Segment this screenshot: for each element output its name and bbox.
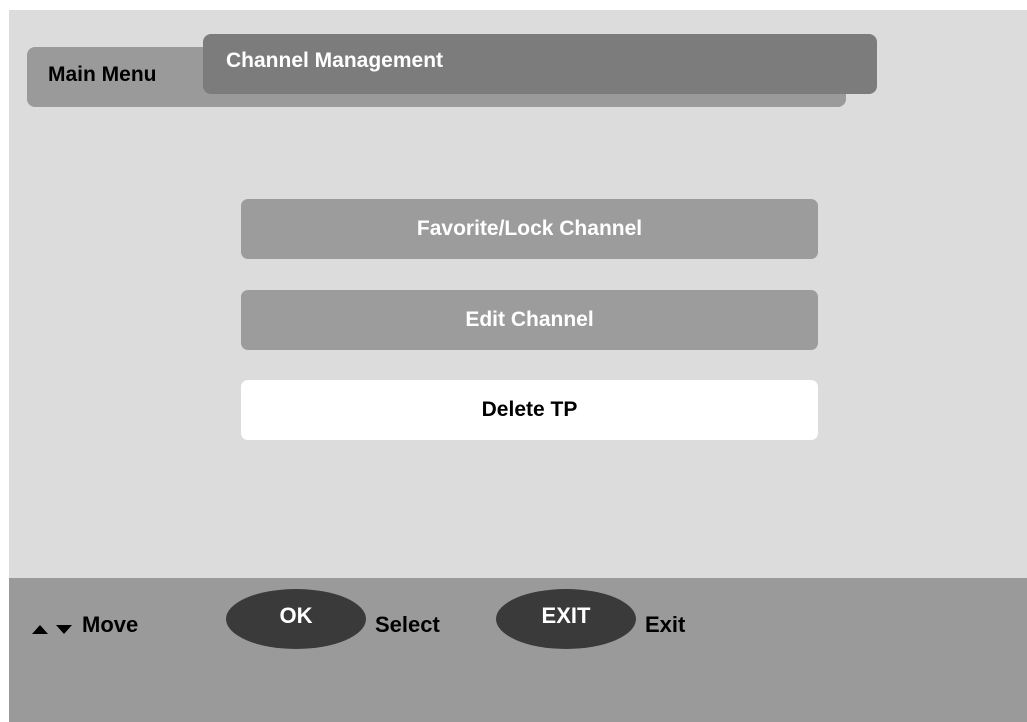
help-bar: Move OK Select EXIT Exit xyxy=(9,578,1027,722)
menu-item-label: Delete TP xyxy=(481,398,578,421)
menu-item-label: Edit Channel xyxy=(465,308,594,331)
ok-key-label: OK xyxy=(279,603,313,628)
menu-item-edit-channel[interactable]: Edit Channel xyxy=(241,290,818,350)
main-menu-label: Main Menu xyxy=(48,63,157,86)
channel-management-title: Channel Management xyxy=(226,49,444,72)
menu-item-label: Favorite/Lock Channel xyxy=(416,217,643,240)
menu-item-delete-tp[interactable]: Delete TP xyxy=(241,380,818,440)
up-arrow-icon xyxy=(32,624,48,634)
down-arrow-icon xyxy=(56,624,72,634)
channel-management-tab[interactable]: Channel Management xyxy=(203,34,877,94)
ok-key-button[interactable]: OK xyxy=(226,589,366,649)
select-hint-label: Select xyxy=(375,612,440,637)
exit-key-button[interactable]: EXIT xyxy=(496,589,636,649)
menu-item-favorite-lock-channel[interactable]: Favorite/Lock Channel xyxy=(241,199,818,259)
exit-hint-label: Exit xyxy=(645,612,686,637)
exit-key-label: EXIT xyxy=(541,603,591,628)
menu-screen: Main Menu Channel Management Favorite/Lo… xyxy=(9,10,1027,722)
navigation-arrows xyxy=(32,614,72,644)
move-hint-label: Move xyxy=(82,612,139,637)
